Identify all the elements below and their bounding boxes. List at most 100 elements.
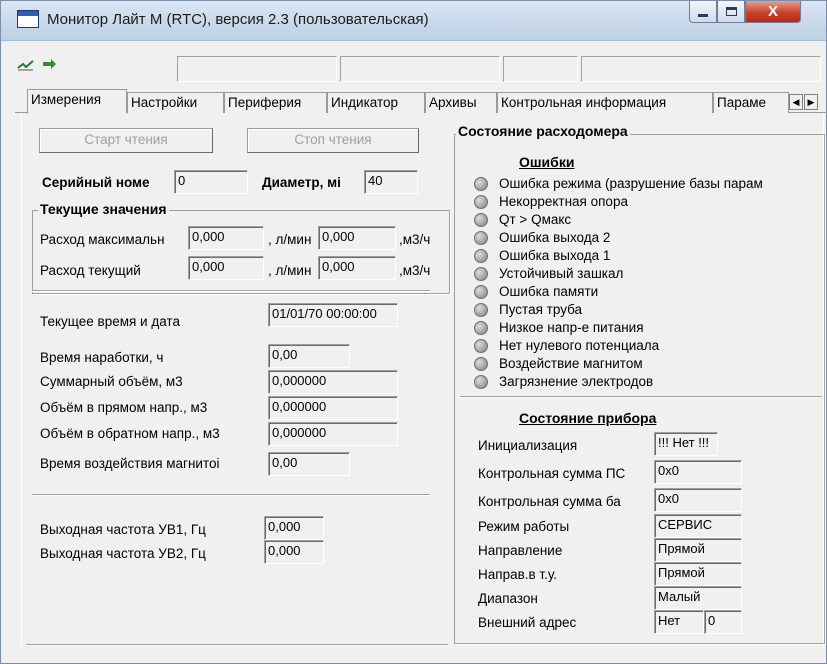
- flow-max-m3h-unit: ,м3/ч: [399, 232, 431, 247]
- error-magnet: Воздействие магнитом: [499, 356, 643, 371]
- external-address-label: Внешний адрес: [478, 615, 577, 630]
- minimize-button[interactable]: [689, 1, 717, 23]
- separator: [26, 644, 448, 646]
- status-led-icon: [474, 321, 488, 335]
- current-values-group: [32, 210, 450, 294]
- connect-icon[interactable]: [17, 58, 35, 72]
- tab-scroll-right-icon[interactable]: ▶: [804, 94, 818, 110]
- freq-uv2-label: Выходная частота УВ2, Гц: [40, 546, 206, 561]
- init-field: !!! Нет !!!: [654, 432, 718, 456]
- datetime-label: Текущее время и дата: [40, 314, 180, 329]
- error-support: Некорректная опора: [499, 194, 628, 209]
- init-label: Инициализация: [478, 438, 578, 453]
- maximize-icon: [725, 7, 737, 16]
- direction-tu-field: Прямой: [654, 562, 742, 586]
- tab-indicator[interactable]: Индикатор: [327, 92, 425, 113]
- flow-max-label: Расход максимальн: [40, 232, 165, 247]
- range-label: Диапазон: [478, 591, 538, 606]
- external-address-number-field: 0: [704, 610, 742, 634]
- crc-po-label: Контрольная сумма ПС: [478, 466, 626, 481]
- tab-bar: Измерения Настройки Периферия Индикатор …: [15, 89, 827, 114]
- device-state-title: Состояние прибора: [519, 410, 657, 426]
- tab-scroll-left-icon[interactable]: ◀: [789, 94, 803, 110]
- direction-label: Направление: [478, 543, 563, 558]
- runtime-field: 0,00: [268, 344, 350, 368]
- flow-max-m3h-field: 0,000: [318, 226, 396, 250]
- flow-current-lpm-unit: , л/мин: [268, 263, 312, 278]
- status-led-icon: [474, 375, 488, 389]
- flow-max-lpm-field: 0,000: [188, 226, 264, 250]
- stop-reading-button[interactable]: Стоп чтения: [247, 128, 419, 153]
- status-led-icon: [474, 285, 488, 299]
- serial-number-label: Серийный номе: [42, 175, 150, 190]
- datetime-field: 01/01/70 00:00:00: [268, 303, 398, 327]
- tab-peripherals[interactable]: Периферия: [224, 92, 327, 113]
- measurements-panel: Старт чтения Стоп чтения Серийный номе 0…: [21, 114, 825, 654]
- diameter-field: 40: [364, 170, 418, 194]
- status-led-icon: [474, 357, 488, 371]
- app-icon[interactable]: [17, 10, 39, 28]
- toolbar-status-field: [340, 56, 500, 82]
- direction-field: Прямой: [654, 538, 742, 562]
- volume-total-field: 0,000000: [268, 370, 398, 394]
- error-memory: Ошибка памяти: [499, 284, 599, 299]
- minimize-icon: [698, 14, 708, 17]
- separator: [32, 494, 430, 496]
- error-output2: Ошибка выхода 2: [499, 230, 611, 245]
- mode-field: СЕРВИС: [654, 514, 742, 538]
- freq-uv2-field: 0,000: [264, 540, 324, 564]
- volume-forward-field: 0,000000: [268, 396, 398, 420]
- current-values-title: Текущие значения: [38, 201, 169, 217]
- error-qmax: Qт > Qмакс: [499, 212, 572, 227]
- close-icon: X: [767, 3, 778, 20]
- flow-max-lpm-unit: , л/мин: [268, 232, 312, 247]
- error-output1: Ошибка выхода 1: [499, 248, 611, 263]
- external-address-field: Нет: [654, 610, 704, 634]
- app-window: Монитор Лайт М (RTC), версия 2.3 (пользо…: [0, 0, 827, 664]
- status-led-icon: [474, 249, 488, 263]
- volume-total-label: Суммарный объём, м3: [40, 374, 183, 389]
- freq-uv1-field: 0,000: [264, 516, 324, 540]
- error-mode: Ошибка режима (разрушение базы парам: [499, 176, 763, 191]
- error-empty-pipe: Пустая труба: [499, 302, 583, 317]
- flow-current-lpm-field: 0,000: [188, 256, 264, 280]
- tab-control-info[interactable]: Контрольная информация: [497, 92, 713, 113]
- freq-uv1-label: Выходная частота УВ1, Гц: [40, 522, 206, 537]
- tab-parameters[interactable]: Параме: [713, 92, 789, 113]
- close-button[interactable]: X: [745, 1, 801, 23]
- diameter-label: Диаметр, мі: [262, 175, 341, 190]
- status-bar: [3, 647, 826, 663]
- toolbar-status-field: [581, 56, 821, 82]
- crc-base-label: Контрольная сумма ба: [478, 494, 621, 509]
- magnet-time-field: 0,00: [268, 452, 350, 476]
- mode-label: Режим работы: [478, 519, 570, 534]
- separator: [460, 396, 822, 398]
- range-field: Малый: [654, 586, 742, 610]
- crc-po-field: 0x0: [654, 460, 742, 484]
- maximize-button[interactable]: [717, 1, 745, 23]
- serial-number-field: 0: [174, 170, 248, 194]
- flow-current-m3h-unit: ,м3/ч: [399, 263, 431, 278]
- volume-reverse-label: Объём в обратном напр., м3: [40, 426, 220, 441]
- volume-reverse-field: 0,000000: [268, 422, 398, 446]
- flow-current-label: Расход текущий: [40, 263, 141, 278]
- direction-tu-label: Направ.в т.у.: [478, 567, 558, 582]
- error-low-voltage: Низкое напр-е питания: [499, 320, 644, 335]
- status-led-icon: [474, 195, 488, 209]
- flow-current-m3h-field: 0,000: [318, 256, 396, 280]
- runtime-label: Время наработки, ч: [40, 350, 164, 365]
- title-bar[interactable]: Монитор Лайт М (RTC), версия 2.3 (пользо…: [1, 1, 826, 41]
- start-reading-button[interactable]: Старт чтения: [39, 128, 213, 153]
- volume-forward-label: Объём в прямом напр., м3: [40, 400, 208, 415]
- tab-settings[interactable]: Настройки: [127, 92, 224, 113]
- tab-archives[interactable]: Архивы: [425, 92, 497, 113]
- flowmeter-state-title: Состояние расходомера: [456, 123, 630, 139]
- error-overrange: Устойчивый зашкал: [499, 266, 624, 281]
- refresh-icon[interactable]: [41, 58, 59, 72]
- separator: [32, 290, 430, 292]
- tab-measurements[interactable]: Измерения: [27, 89, 127, 114]
- status-led-icon: [474, 231, 488, 245]
- error-zero-potential: Нет нулевого потенциала: [499, 338, 660, 353]
- status-led-icon: [474, 177, 488, 191]
- error-electrodes: Загрязнение электродов: [499, 374, 654, 389]
